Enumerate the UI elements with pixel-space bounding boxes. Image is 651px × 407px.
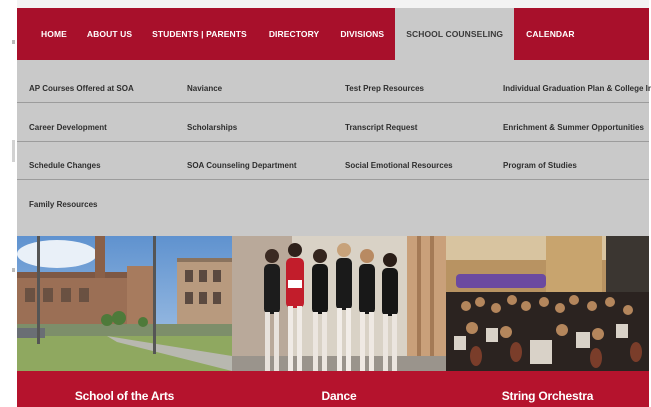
menu-item-label: Enrichment & Summer Opportunities [503,123,644,132]
menu-schedule-changes[interactable]: Schedule Changes [17,159,175,180]
menu-program-of-studies[interactable]: Program of Studies [491,159,649,180]
menu-counseling-department[interactable]: SOA Counseling Department [175,159,333,180]
margin-mark [12,268,15,272]
menu-social-emotional[interactable]: Social Emotional Resources [333,159,491,180]
menu-item-label: Test Prep Resources [345,84,424,93]
nav-home[interactable]: HOME [41,8,67,60]
caption-school-of-the-arts: School of the Arts [17,371,232,407]
menu-scholarships[interactable]: Scholarships [175,121,333,142]
margin-mark [12,140,15,162]
photo-card-string-orchestra[interactable]: String Orchestra [446,236,649,407]
menu-item-label: Scholarships [187,123,238,132]
margin-mark [12,40,15,44]
caption-string-orchestra: String Orchestra [446,371,649,407]
menu-item-label: Individual Graduation Plan & College Inf… [503,84,651,93]
nav-calendar[interactable]: CALENDAR [526,8,575,60]
photo-card-dance[interactable]: Dance [232,236,446,407]
menu-item-label: Naviance [187,84,223,93]
menu-item-label: Program of Studies [503,161,577,170]
caption-dance: Dance [232,371,446,407]
menu-item-label: SOA Counseling Department [187,161,297,170]
school-counseling-dropdown: AP Courses Offered at SOA Naviance Test … [17,60,651,236]
left-margin [0,0,17,407]
menu-ap-courses[interactable]: AP Courses Offered at SOA [17,82,175,103]
menu-test-prep[interactable]: Test Prep Resources [333,82,491,103]
menu-naviance[interactable]: Naviance [175,82,333,103]
menu-graduation-plan[interactable]: Individual Graduation Plan & College Inf… [491,82,651,103]
top-navigation: HOME ABOUT US STUDENTS | PARENTS DIRECTO… [17,8,649,60]
menu-family-resources[interactable]: Family Resources [17,198,175,218]
nav-school-counseling[interactable]: SCHOOL COUNSELING [395,8,515,60]
menu-item-label: Career Development [29,123,107,132]
menu-item-label: AP Courses Offered at SOA [29,84,134,93]
nav-divisions[interactable]: DIVISIONS [340,8,384,60]
menu-item-label: Transcript Request [345,123,418,132]
nav-about-us[interactable]: ABOUT US [87,8,132,60]
nav-students-parents[interactable]: STUDENTS | PARENTS [152,8,247,60]
menu-enrichment-summer[interactable]: Enrichment & Summer Opportunities [491,121,649,142]
featured-photos: School of the Arts Dance String Orchestr… [17,236,649,407]
menu-item-label: Social Emotional Resources [345,161,453,170]
menu-career-development[interactable]: Career Development [17,121,175,142]
nav-directory[interactable]: DIRECTORY [269,8,320,60]
photo-card-school-of-the-arts[interactable]: School of the Arts [17,236,232,407]
menu-item-label: Schedule Changes [29,161,101,170]
menu-transcript-request[interactable]: Transcript Request [333,121,491,142]
menu-item-label: Family Resources [29,200,98,209]
